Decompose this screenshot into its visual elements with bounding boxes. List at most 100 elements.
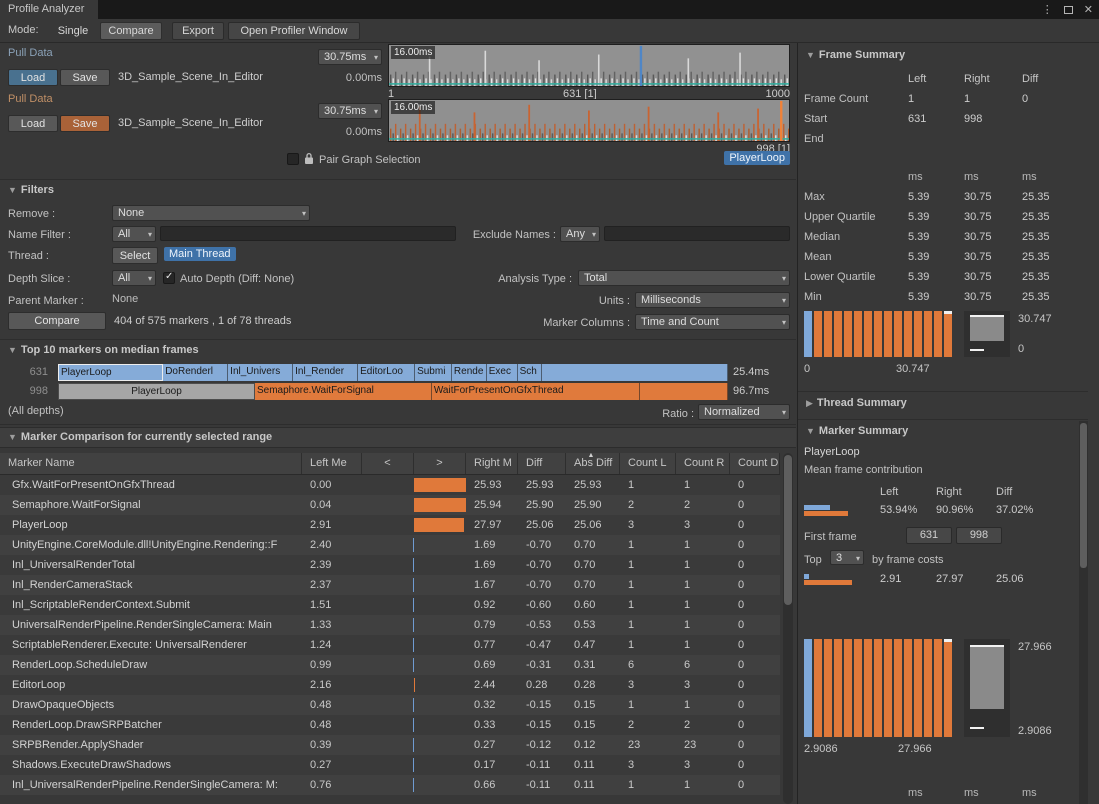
count-right-cell: 1	[676, 575, 730, 595]
table-row[interactable]: Inl_RenderCameraStack2.371.67-0.700.7011…	[0, 575, 780, 595]
scrollbar-thumb[interactable]	[1080, 423, 1087, 568]
column-right-bar[interactable]: >	[414, 453, 466, 474]
summary-value: 30.75	[964, 287, 1022, 307]
exclude-names-input[interactable]	[604, 226, 790, 241]
comparison-table-scrollbar[interactable]	[783, 453, 793, 804]
pull-data-right-button[interactable]: Pull Data	[8, 93, 53, 105]
filters-section-header[interactable]: ▼Filters	[8, 184, 54, 196]
column-left-bar[interactable]: <	[362, 453, 414, 474]
thread-summary-section-header[interactable]: ▶Thread Summary	[806, 397, 907, 409]
marker-columns-dropdown[interactable]: Time and Count	[635, 314, 790, 330]
table-row[interactable]: Semaphore.WaitForSignal0.0425.9425.9025.…	[0, 495, 780, 515]
maximize-icon[interactable]	[1064, 6, 1073, 14]
left-median-cell: 2.40	[302, 535, 362, 555]
column-marker-name[interactable]: Marker Name	[0, 453, 302, 474]
load-left-button[interactable]: Load	[8, 69, 58, 86]
marker-segment[interactable]: WaitForPresentOnGfxThread	[432, 383, 640, 400]
left-graph-zero-label: 0.00ms	[322, 72, 382, 84]
top-n-dropdown[interactable]: 3	[830, 550, 864, 565]
marker-summary-section-header[interactable]: ▼Marker Summary	[806, 425, 908, 437]
marker-segment[interactable]: Inl_Render	[293, 364, 358, 381]
close-icon[interactable]: ✕	[1084, 3, 1093, 16]
name-filter-mode-dropdown[interactable]: All	[112, 226, 156, 242]
count-diff-cell: 0	[730, 775, 780, 795]
frame-summary-histogram[interactable]	[804, 311, 956, 357]
marker-segment[interactable]	[640, 383, 728, 400]
column-count-left[interactable]: Count L	[620, 453, 676, 474]
table-row[interactable]: RenderLoop.ScheduleDraw0.990.69-0.310.31…	[0, 655, 780, 675]
column-diff[interactable]: Diff	[518, 453, 566, 474]
compare-button[interactable]: Compare	[8, 312, 106, 330]
units-dropdown[interactable]: Milliseconds	[635, 292, 790, 308]
table-row[interactable]: DrawOpaqueObjects0.480.32-0.150.15110	[0, 695, 780, 715]
name-filter-input[interactable]	[160, 226, 456, 241]
marker-segment[interactable]	[542, 364, 728, 381]
exclude-mode-dropdown[interactable]: Any	[560, 226, 600, 242]
table-row[interactable]: UniversalRenderPipeline.RenderSingleCame…	[0, 615, 780, 635]
marker-segment[interactable]: DoRenderl	[163, 364, 228, 381]
comparison-section-header[interactable]: ▼Marker Comparison for currently selecte…	[8, 431, 272, 443]
left-graph-range-value: 30.75ms	[324, 51, 366, 63]
histogram-bar	[834, 639, 842, 737]
marker-segment[interactable]: PlayerLoop	[58, 364, 163, 381]
right-graph-range-dropdown[interactable]: 30.75ms	[318, 103, 382, 119]
table-row[interactable]: RenderLoop.DrawSRPBatcher0.480.33-0.150.…	[0, 715, 780, 735]
marker-segment[interactable]: EditorLoo	[358, 364, 415, 381]
column-right-median[interactable]: Right M	[466, 453, 518, 474]
column-count-diff[interactable]: Count D	[730, 453, 780, 474]
column-count-right[interactable]: Count R	[676, 453, 730, 474]
marker-segment[interactable]: Inl_Univers	[228, 364, 293, 381]
abs-diff-cell: 0.12	[566, 735, 620, 755]
table-row[interactable]: Shadows.ExecuteDrawShadows0.270.17-0.110…	[0, 755, 780, 775]
depth-slice-dropdown[interactable]: All	[112, 270, 156, 286]
table-row[interactable]: Inl_ScriptableRenderContext.Submit1.510.…	[0, 595, 780, 615]
first-frame-left-button[interactable]: 631	[906, 527, 952, 544]
left-frames-graph[interactable]: 16.00ms	[388, 44, 790, 87]
table-row[interactable]: UnityEngine.CoreModule.dll!UnityEngine.R…	[0, 535, 780, 555]
marker-segment[interactable]: Semaphore.WaitForSignal	[255, 383, 432, 400]
menu-icon[interactable]: ⋮	[1042, 3, 1053, 16]
left-column-header: Left	[908, 69, 964, 89]
marker-segment[interactable]: Rende	[452, 364, 487, 381]
left-median-cell: 0.48	[302, 715, 362, 735]
column-abs-diff[interactable]: ▲Abs Diff	[566, 453, 620, 474]
first-frame-right-button[interactable]: 998	[956, 527, 1002, 544]
marker-summary-scrollbar[interactable]	[1079, 421, 1088, 804]
remove-dropdown[interactable]: None	[112, 205, 310, 221]
top-markers-section-header[interactable]: ▼Top 10 markers on median frames	[8, 344, 199, 356]
mode-single-button[interactable]: Single	[48, 22, 98, 40]
pair-graph-selection-checkbox[interactable]	[287, 153, 299, 165]
table-row[interactable]: PlayerLoop2.9127.9725.0625.06330	[0, 515, 780, 535]
marker-segment[interactable]: Submi	[415, 364, 452, 381]
table-row[interactable]: Inl_UniversalRenderTotal2.391.69-0.700.7…	[0, 555, 780, 575]
window-tab[interactable]: Profile Analyzer	[0, 0, 98, 19]
column-left-median[interactable]: Left Me	[302, 453, 362, 474]
abs-diff-cell: 25.90	[566, 495, 620, 515]
open-profiler-button[interactable]: Open Profiler Window	[228, 22, 360, 40]
export-button[interactable]: Export	[172, 22, 224, 40]
right-frames-graph[interactable]: 16.00ms	[388, 99, 790, 142]
save-right-button[interactable]: Save	[60, 115, 110, 132]
scrollbar-thumb[interactable]	[784, 455, 792, 605]
pull-data-left-button[interactable]: Pull Data	[8, 47, 53, 59]
marker-summary-histogram[interactable]	[804, 639, 956, 737]
count-diff-cell: 0	[730, 515, 780, 535]
table-row[interactable]: ScriptableRenderer.Execute: UniversalRen…	[0, 635, 780, 655]
left-graph-range-dropdown[interactable]: 30.75ms	[318, 49, 382, 65]
frame-summary-section-header[interactable]: ▼Frame Summary	[806, 49, 905, 61]
save-left-button[interactable]: Save	[60, 69, 110, 86]
load-right-button[interactable]: Load	[8, 115, 58, 132]
thread-select-button[interactable]: Select	[112, 247, 158, 264]
table-row[interactable]: SRPBRender.ApplyShader0.390.27-0.120.122…	[0, 735, 780, 755]
table-row[interactable]: EditorLoop2.162.440.280.28330	[0, 675, 780, 695]
ratio-dropdown[interactable]: Normalized	[698, 404, 790, 420]
table-row[interactable]: Inl_UniversalRenderPipeline.RenderSingle…	[0, 775, 780, 795]
diff-bar-cell	[362, 675, 466, 695]
table-row[interactable]: Gfx.WaitForPresentOnGfxThread0.0025.9325…	[0, 475, 780, 495]
marker-segment[interactable]: Exec	[487, 364, 518, 381]
mode-compare-button[interactable]: Compare	[100, 22, 162, 40]
auto-depth-checkbox[interactable]	[163, 272, 175, 284]
marker-segment[interactable]: Sch	[518, 364, 543, 381]
marker-segment[interactable]: PlayerLoop	[58, 383, 255, 400]
analysis-type-dropdown[interactable]: Total	[578, 270, 790, 286]
